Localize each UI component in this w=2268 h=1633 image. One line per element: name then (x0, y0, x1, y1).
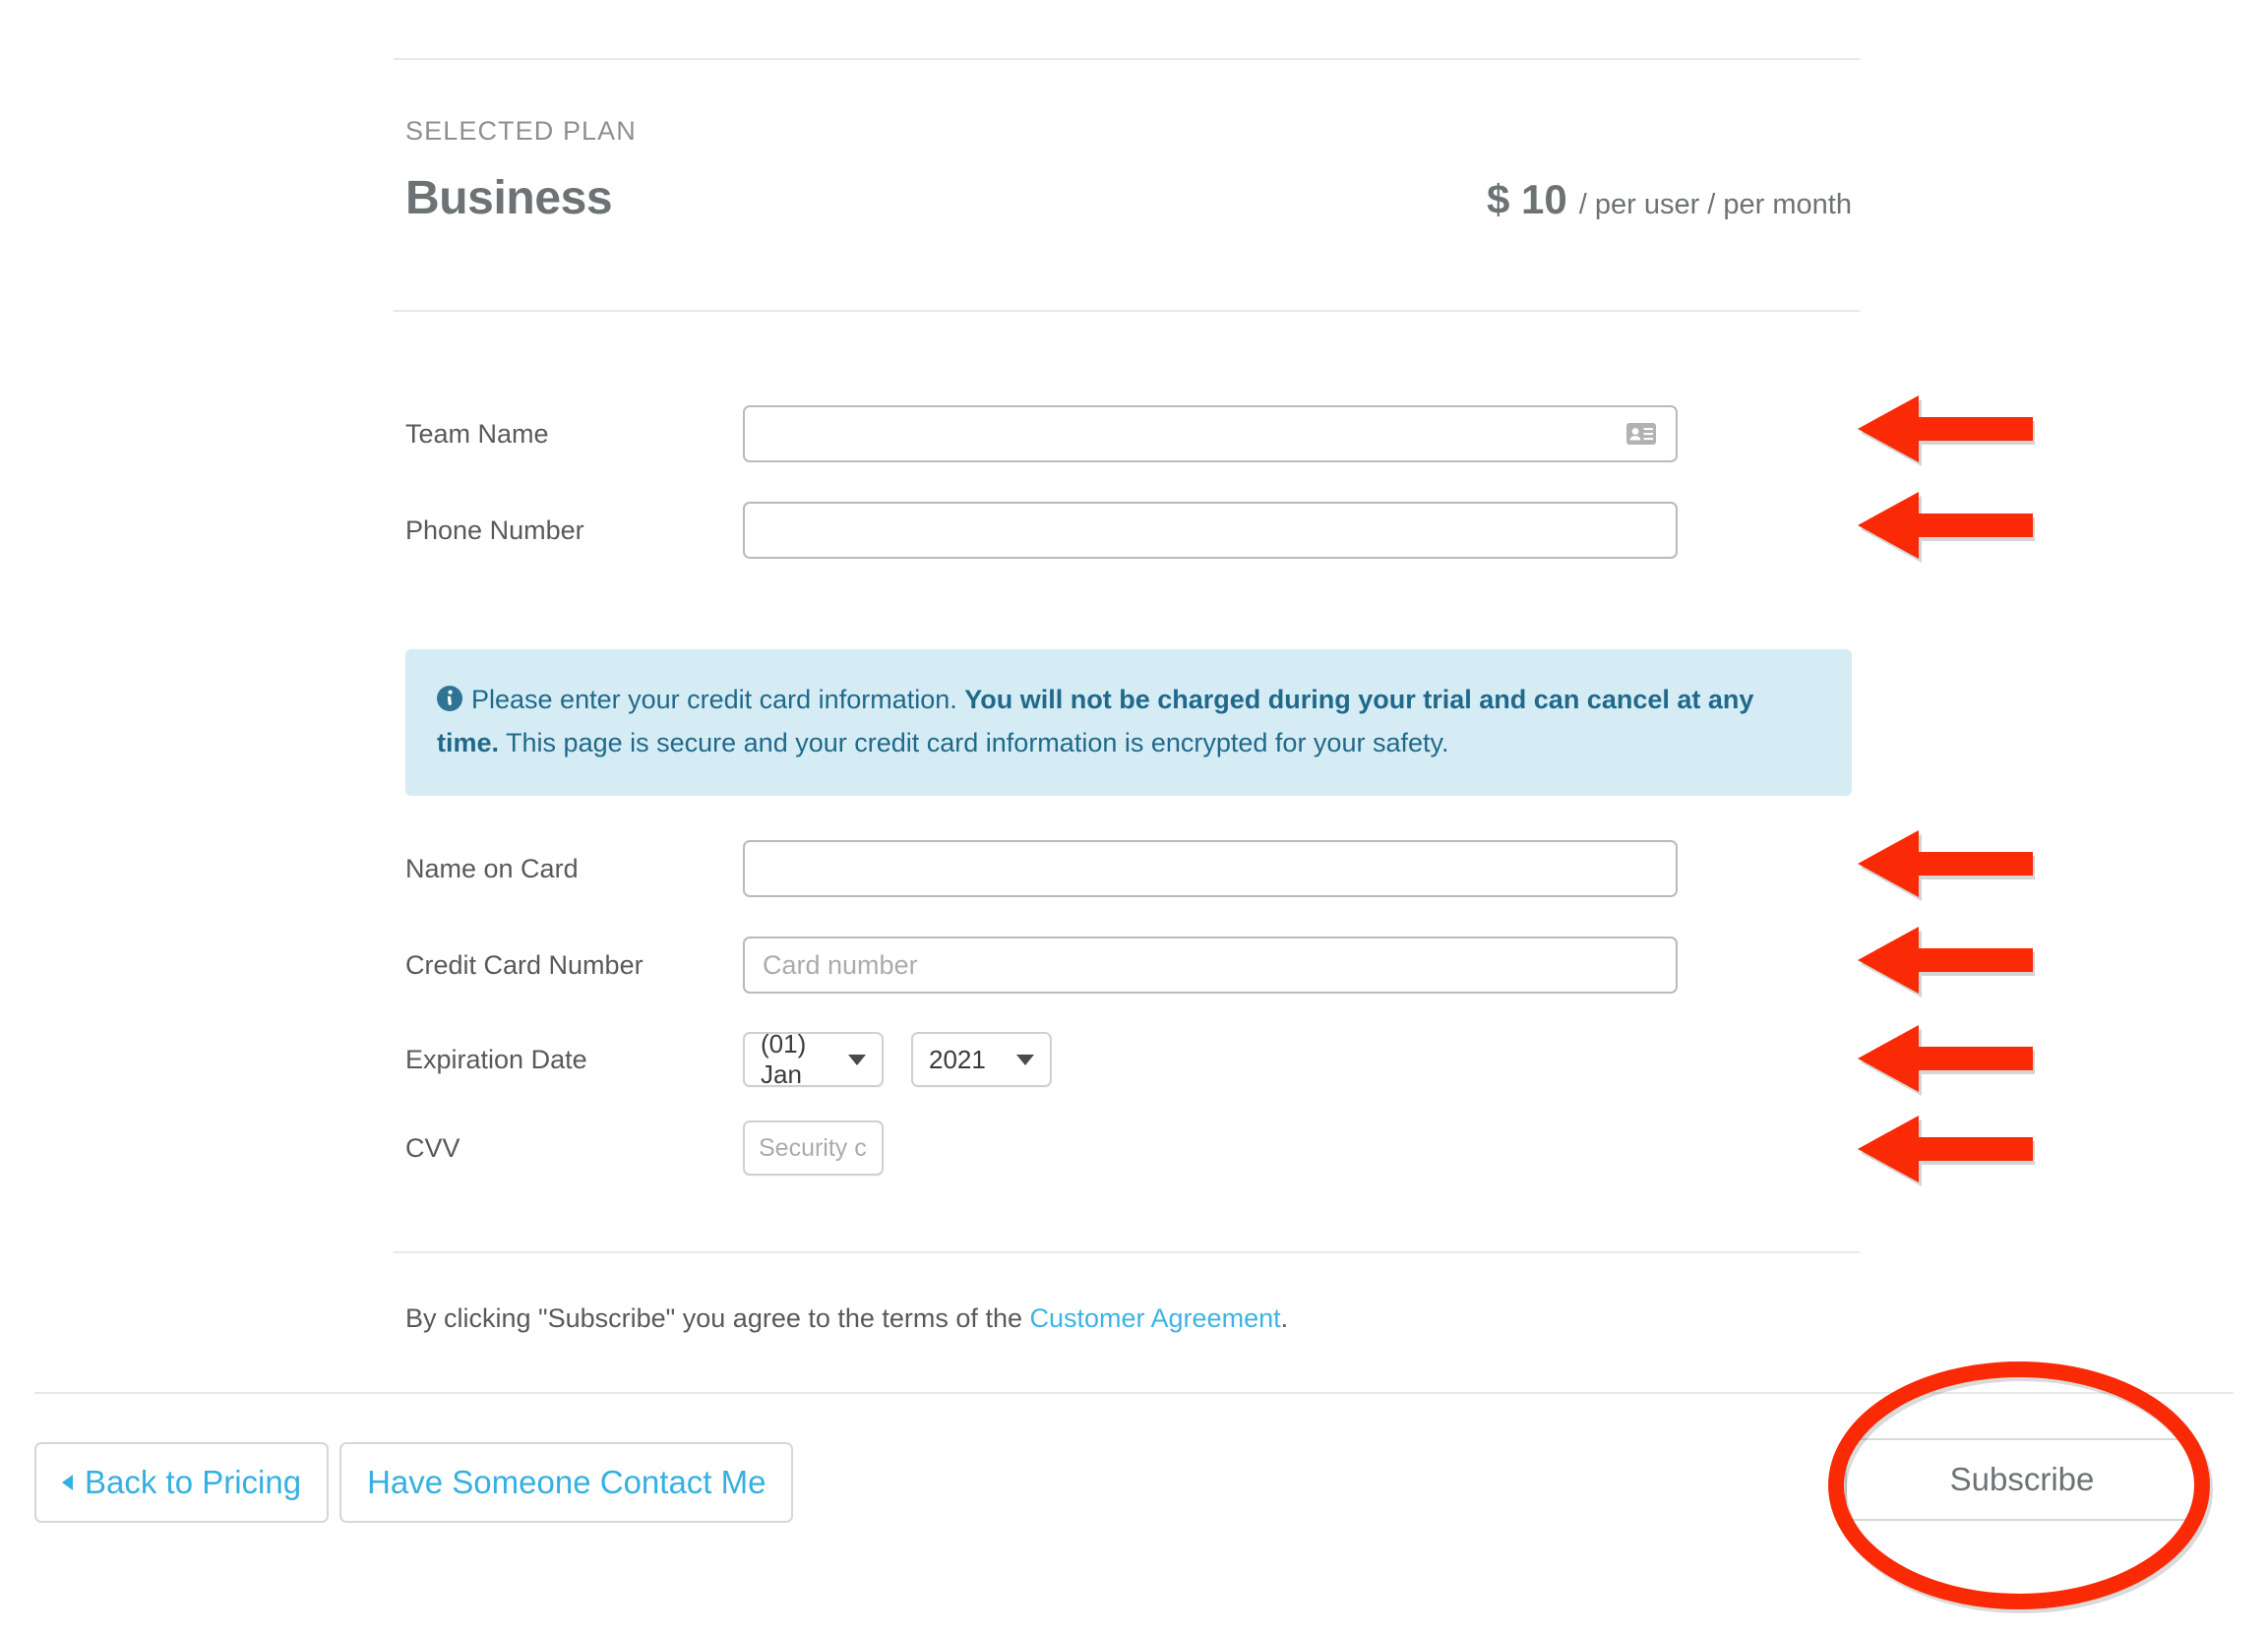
team-name-field-area (743, 405, 1852, 462)
expiration-month-value: (01) Jan (761, 1029, 807, 1089)
selected-plan-section: SELECTED PLAN Business $ 10 / per user /… (405, 116, 1852, 225)
annotation-arrow-name-on-card (1858, 830, 2035, 901)
agreement-divider (394, 1251, 1860, 1253)
phone-number-field-area (743, 502, 1852, 559)
have-someone-contact-me-label: Have Someone Contact Me (367, 1464, 766, 1500)
annotation-arrow-credit-card-number (1858, 927, 2035, 998)
phone-number-input[interactable] (743, 502, 1678, 559)
cvv-field-area (743, 1120, 1852, 1176)
name-on-card-input[interactable] (743, 840, 1678, 897)
back-to-pricing-button[interactable]: Back to Pricing (34, 1442, 330, 1523)
name-on-card-label: Name on Card (405, 853, 579, 883)
footer-actions: Back to Pricing Have Someone Contact Me (34, 1442, 794, 1523)
annotation-arrow-cvv (1858, 1116, 2035, 1186)
credit-card-number-input[interactable] (743, 937, 1678, 994)
info-circle-icon (437, 686, 462, 711)
back-to-pricing-label: Back to Pricing (85, 1464, 302, 1500)
credit-card-number-field-area (743, 937, 1852, 994)
annotation-arrow-team-name (1858, 395, 2035, 466)
have-someone-contact-me-button[interactable]: Have Someone Contact Me (339, 1442, 794, 1523)
credit-card-number-row: Credit Card Number (405, 937, 1852, 994)
plan-divider (394, 310, 1860, 312)
plan-price: $ 10 (1487, 176, 1567, 222)
expiration-date-row: Expiration Date (01) Jan 2021 (405, 1029, 1852, 1089)
credit-card-info-banner: Please enter your credit card informatio… (405, 649, 1852, 797)
plan-price-unit: / per user / per month (1578, 189, 1852, 220)
name-on-card-row: Name on Card (405, 840, 1852, 897)
chevron-down-icon (1016, 1054, 1034, 1065)
phone-number-label: Phone Number (405, 514, 584, 545)
subscribe-label: Subscribe (1949, 1461, 2095, 1497)
cvv-row: CVV (405, 1119, 1852, 1177)
expiration-date-field-area: (01) Jan 2021 (743, 1029, 1852, 1089)
top-divider (394, 58, 1860, 60)
expiration-date-label: Expiration Date (405, 1044, 587, 1074)
agreement-text: By clicking "Subscribe" you agree to the… (405, 1303, 1288, 1334)
agreement-text-after: . (1280, 1303, 1289, 1333)
expiration-month-select[interactable]: (01) Jan (743, 1029, 884, 1089)
chevron-down-icon (848, 1054, 866, 1065)
plan-name: Business (405, 172, 613, 224)
cvv-input[interactable] (743, 1120, 884, 1176)
phone-number-row: Phone Number (405, 502, 1852, 559)
annotation-arrow-phone-number (1858, 492, 2035, 563)
subscribe-button[interactable]: Subscribe (1845, 1438, 2199, 1521)
banner-text-part2: This page is secure and your credit card… (499, 727, 1449, 757)
cvv-label: CVV (405, 1132, 460, 1163)
footer-divider (34, 1392, 2234, 1394)
credit-card-number-label: Credit Card Number (405, 949, 644, 980)
customer-agreement-link[interactable]: Customer Agreement (1029, 1303, 1280, 1333)
name-on-card-field-area (743, 840, 1852, 897)
expiration-year-select[interactable]: 2021 (911, 1032, 1052, 1087)
plan-price-group: $ 10 / per user / per month (1487, 176, 1852, 223)
team-name-input-wrapper (743, 405, 1678, 462)
back-arrow-icon (62, 1475, 73, 1490)
plan-row: Business $ 10 / per user / per month (405, 171, 1852, 225)
team-name-input[interactable] (743, 405, 1678, 462)
expiration-year-value: 2021 (929, 1044, 986, 1074)
banner-text-part1: Please enter your credit card informatio… (471, 685, 965, 714)
team-name-row: Team Name (405, 405, 1852, 462)
team-name-label: Team Name (405, 418, 549, 449)
agreement-text-before: By clicking "Subscribe" you agree to the… (405, 1303, 1030, 1333)
annotation-arrow-expiration-date (1858, 1025, 2035, 1096)
selected-plan-label: SELECTED PLAN (405, 116, 637, 146)
